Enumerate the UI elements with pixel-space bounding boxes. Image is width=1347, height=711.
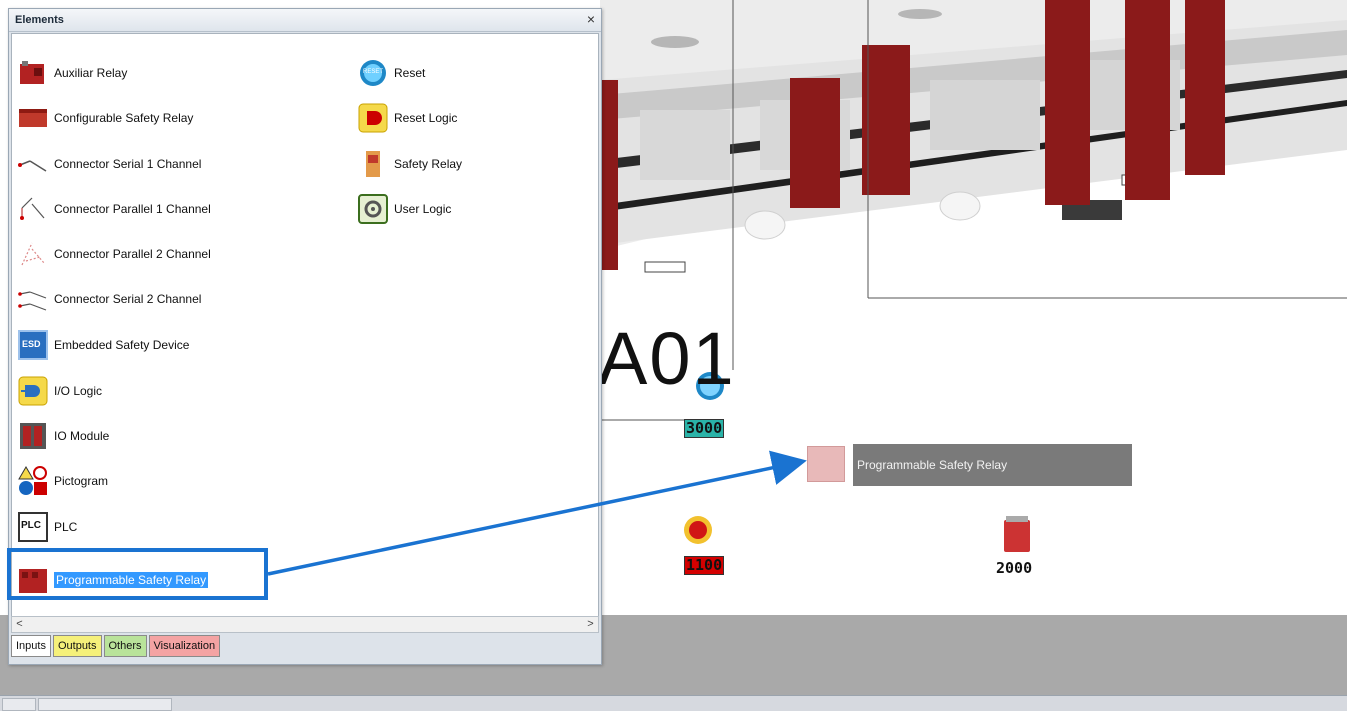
tab-others[interactable]: Others (103, 635, 147, 657)
connector-parallel-2-channel-icon (18, 239, 48, 269)
elements-list: Auxiliar Relay Configurable Safety Relay… (11, 33, 599, 617)
scroll-right-icon[interactable]: > (583, 617, 598, 632)
connector-serial-1-channel-icon (18, 149, 48, 179)
list-item-embedded-safety-device[interactable]: ESD Embedded Safety Device (18, 328, 189, 362)
item-label: Auxiliar Relay (54, 66, 128, 80)
estop-tag[interactable]: 1100 (684, 556, 725, 575)
list-item-connector-serial-2[interactable]: Connector Serial 2 Channel (18, 282, 201, 316)
plc-icon: PLC (18, 512, 48, 542)
auxiliar-relay-icon (18, 58, 48, 88)
embedded-safety-device-icon: ESD (18, 330, 48, 360)
list-item-pictogram[interactable]: Pictogram (18, 464, 108, 498)
category-tabs: Inputs Outputs Others Visualization (11, 635, 222, 659)
horizontal-scrollbar[interactable]: < > (11, 616, 599, 633)
io-module-icon (18, 421, 48, 451)
list-item-auxiliar-relay[interactable]: Auxiliar Relay (18, 56, 127, 90)
list-item-io-module[interactable]: IO Module (18, 419, 109, 453)
drop-preview-label: Programmable Safety Relay (853, 444, 1132, 486)
list-item-user-logic[interactable]: User Logic (358, 192, 451, 226)
relay-tag[interactable]: 2000 (995, 560, 1034, 577)
reset-tag[interactable]: 3000 (684, 419, 725, 438)
list-item-connector-parallel-2[interactable]: Connector Parallel 2 Channel (18, 237, 211, 271)
io-logic-icon (18, 376, 48, 406)
list-item-configurable-safety-relay[interactable]: Configurable Safety Relay (18, 101, 193, 135)
list-item-connector-parallel-1[interactable]: Connector Parallel 1 Channel (18, 192, 211, 226)
scroll-left-icon[interactable]: < (12, 617, 27, 632)
item-label: Connector Serial 1 Channel (54, 157, 202, 171)
reset-logic-icon (358, 103, 388, 133)
user-logic-icon (358, 194, 388, 224)
pictogram-icon (18, 466, 48, 496)
list-item-io-logic[interactable]: I/O Logic (18, 374, 102, 408)
list-item-safety-relay[interactable]: Safety Relay (358, 147, 462, 181)
plc-text: PLC (21, 520, 41, 531)
item-label: Embedded Safety Device (54, 338, 190, 352)
item-label: Reset Logic (394, 111, 458, 125)
item-label: Connector Parallel 2 Channel (54, 247, 211, 261)
list-item-reset-logic[interactable]: Reset Logic (358, 101, 457, 135)
list-item-connector-serial-1[interactable]: Connector Serial 1 Channel (18, 147, 201, 181)
item-label: Programmable Safety Relay (54, 572, 209, 588)
esd-text: ESD (22, 339, 41, 349)
connector-parallel-1-channel-icon (18, 194, 48, 224)
elements-panel: Elements × Auxiliar Relay Configurable S… (8, 8, 602, 665)
status-segment (38, 698, 172, 711)
tab-outputs[interactable]: Outputs (52, 635, 102, 657)
item-label: Connector Parallel 1 Channel (54, 202, 211, 216)
item-label: Connector Serial 2 Channel (54, 292, 202, 306)
list-item-plc[interactable]: PLC PLC (18, 510, 77, 544)
item-label: Configurable Safety Relay (54, 111, 194, 125)
item-label: User Logic (394, 202, 452, 216)
item-label: Safety Relay (394, 157, 463, 171)
drop-preview-icon (807, 446, 845, 482)
item-label: IO Module (54, 429, 110, 443)
list-item-programmable-safety-relay[interactable]: Programmable Safety Relay (18, 563, 209, 597)
reset-text: RESET (363, 69, 384, 75)
item-label: Reset (394, 66, 426, 80)
reset-icon: RESET (358, 58, 388, 88)
close-icon[interactable]: × (587, 12, 595, 26)
configurable-safety-relay-icon (18, 103, 48, 133)
tab-visualization[interactable]: Visualization (148, 635, 221, 657)
tab-inputs[interactable]: Inputs (11, 635, 51, 657)
device-label-a01: A01 (598, 317, 736, 400)
panel-title: Elements (15, 14, 64, 26)
item-label: I/O Logic (54, 384, 103, 398)
item-label: PLC (54, 520, 78, 534)
list-item-reset[interactable]: RESET Reset (358, 56, 425, 90)
safety-relay-icon (358, 149, 388, 179)
panel-header: Elements × (9, 9, 601, 32)
status-bar (0, 695, 1347, 711)
programmable-safety-relay-icon (18, 565, 48, 595)
status-segment (2, 698, 36, 711)
connector-serial-2-channel-icon (18, 284, 48, 314)
item-label: Pictogram (54, 474, 109, 488)
